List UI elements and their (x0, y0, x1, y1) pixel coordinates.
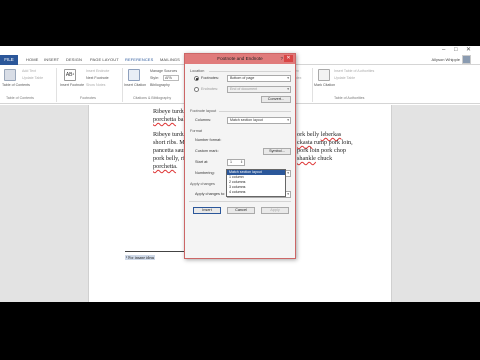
doc-line-right-4: shankle chuck (297, 155, 333, 162)
section-divider (209, 71, 291, 72)
footnote-layout-section-label: Footnote layout (190, 109, 217, 113)
footnotes-radio[interactable] (194, 76, 199, 81)
cancel-button[interactable]: Cancel (227, 207, 255, 214)
group-label-citations: Citations & Bibliography (133, 96, 172, 100)
insert-citation-icon[interactable] (128, 69, 140, 81)
section-divider (189, 201, 291, 202)
doc-line-right-2: ckasta rump pork loin, (297, 139, 353, 146)
mark-citation-icon[interactable] (318, 69, 330, 81)
tab-file[interactable]: FILE (0, 55, 18, 65)
close-window-icon[interactable]: ✕ (466, 47, 471, 53)
format-section-label: Format (190, 129, 203, 133)
chevron-down-icon: ▾ (287, 118, 289, 122)
start-at-label: Start at: (195, 160, 209, 164)
mark-citation-button[interactable]: Mark Citation (314, 83, 335, 87)
footnote-endnote-dialog: Footnote and Endnote ? ✕ Location Footno… (184, 53, 296, 259)
user-name[interactable]: Allyson Whipple (432, 57, 460, 62)
ribbon-divider (56, 68, 57, 102)
show-notes-button[interactable]: Show Notes (86, 83, 105, 87)
chevron-down-icon: ▾ (287, 76, 289, 80)
location-section-label: Location (190, 69, 205, 73)
toc-button-label[interactable]: Table of Contents (2, 83, 30, 87)
bibliography-button[interactable]: Bibliography (150, 83, 170, 87)
group-label-footnotes: Footnotes (80, 96, 96, 100)
insert-button[interactable]: Insert (193, 207, 221, 214)
maximize-icon[interactable]: □ (454, 47, 458, 53)
insert-footnote-icon[interactable]: AB¹ (64, 69, 76, 81)
section-divider (219, 111, 291, 112)
start-at-input[interactable]: 1 ⇕ (227, 159, 245, 166)
chevron-down-icon: ▾ (287, 192, 289, 196)
add-text-button[interactable]: Add Text (22, 69, 36, 73)
spinner-icon[interactable]: ⇕ (240, 160, 243, 165)
next-footnote-button[interactable]: Next Footnote (86, 76, 109, 80)
group-label-toc: Table of Contents (6, 96, 34, 100)
table-of-contents-icon[interactable] (4, 69, 16, 81)
avatar[interactable] (462, 55, 471, 64)
tab-design[interactable]: DESIGN (66, 57, 82, 62)
footnote-text[interactable]: ¹ For insane ideas (125, 255, 156, 260)
ribbon-divider (122, 68, 123, 102)
footnote-separator (125, 251, 185, 252)
symbol-button[interactable]: Symbol... (263, 148, 291, 155)
tab-mailings[interactable]: MAILINGS (160, 57, 180, 62)
apply-changes-to-label: Apply changes to: (195, 192, 226, 196)
apply-changes-section-label: Apply changes (190, 182, 215, 186)
columns-select[interactable]: Match section layout ▾ (227, 117, 291, 124)
close-icon[interactable]: ✕ (284, 55, 293, 62)
dialog-title[interactable]: Footnote and Endnote (185, 54, 295, 64)
insert-citation-button[interactable]: Insert Citation (124, 83, 146, 87)
number-format-label: Number format: (195, 138, 222, 142)
minimize-icon[interactable]: – (442, 47, 445, 53)
update-table-button[interactable]: Update Table (22, 76, 43, 80)
help-icon[interactable]: ? (280, 56, 283, 61)
endnotes-radio[interactable] (194, 87, 199, 92)
doc-line-7: porchetta. (153, 163, 178, 170)
doc-line-right-1: ork belly leberkas (297, 131, 342, 138)
numbering-label: Numbering: (195, 171, 215, 175)
chevron-down-icon: ▾ (287, 87, 289, 91)
manage-sources-button[interactable]: Manage Sources (150, 69, 177, 73)
update-toa-button[interactable]: Update Table (334, 76, 355, 80)
insert-footnote-button[interactable]: Insert Footnote (60, 83, 84, 87)
footnotes-location-select[interactable]: Bottom of page ▾ (227, 75, 291, 82)
ribbon-divider (312, 68, 313, 102)
group-label-toa: Table of Authorities (334, 96, 365, 100)
columns-label: Columns: (195, 118, 212, 122)
endnotes-location-select[interactable]: End of document ▾ (227, 86, 291, 93)
insert-toa-button[interactable]: Insert Table of Authorities (334, 69, 374, 73)
chevron-down-icon: ▾ (287, 171, 289, 175)
footnotes-label: Footnotes: (201, 76, 219, 80)
custom-mark-label: Custom mark: (195, 149, 219, 153)
tab-page-layout[interactable]: PAGE LAYOUT (90, 57, 119, 62)
tab-insert[interactable]: INSERT (44, 57, 59, 62)
dropdown-option[interactable]: 4 columns (227, 190, 285, 195)
columns-dropdown-list: Match section layout 1 column 2 columns … (226, 169, 286, 197)
doc-line-right-3: pork loin pork chop (297, 147, 346, 154)
style-select[interactable]: APA (163, 75, 179, 81)
insert-endnote-button[interactable]: Insert Endnote (86, 69, 109, 73)
tab-home[interactable]: HOME (26, 57, 38, 62)
endnotes-label: Endnotes: (201, 87, 219, 91)
tab-references[interactable]: REFERENCES (125, 57, 153, 62)
convert-button[interactable]: Convert... (261, 96, 291, 103)
apply-button[interactable]: Apply (261, 207, 289, 214)
style-label: Style: (150, 76, 159, 80)
